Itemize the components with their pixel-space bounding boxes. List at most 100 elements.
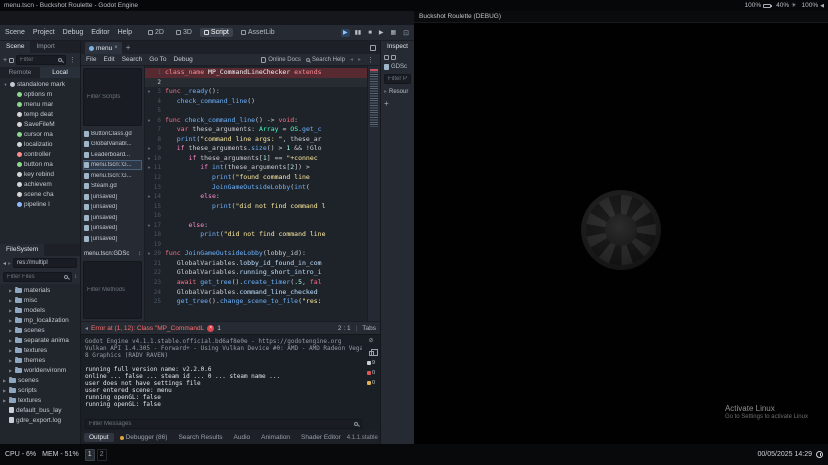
message-count-toggle[interactable]: 0 [367, 380, 375, 386]
mode-tab-local[interactable]: Local [40, 67, 80, 78]
fs-folder-row[interactable]: ▶scenes [0, 375, 80, 385]
distraction-free-icon[interactable]: ⊡ [403, 29, 409, 37]
dock-tab-scene[interactable]: Scene [0, 41, 30, 53]
code-line[interactable]: 24 GlobalVariables.command_line_checked [145, 288, 380, 298]
script-filter[interactable] [83, 68, 142, 126]
scene-node[interactable]: button ma [0, 159, 80, 169]
message-count-toggle[interactable]: 9 [367, 360, 375, 366]
bottom-tab-search-results[interactable]: Search Results [173, 433, 227, 442]
menu-scene[interactable]: Scene [5, 29, 25, 36]
method-filter[interactable] [83, 261, 142, 319]
fs-folder-row[interactable]: ▶textures [0, 395, 80, 405]
game-viewport[interactable]: Activate Linux Go to Settings to activat… [414, 23, 828, 444]
script-list-item[interactable]: [unsaved] [83, 191, 142, 202]
code-line[interactable]: 18 print("did not find command line [145, 230, 380, 240]
scene-filter-input[interactable] [20, 57, 56, 63]
expand-window-icon[interactable] [370, 45, 376, 51]
scene-node[interactable]: temp deat [0, 109, 80, 119]
script-menu-debug[interactable]: Debug [174, 56, 193, 63]
file-filter-input[interactable] [7, 274, 62, 280]
code-line[interactable]: 22 GlobalVariables.running_short_intro_i [145, 268, 380, 278]
search-help-button[interactable]: Search Help [306, 57, 345, 63]
code-line[interactable]: 23 await get_tree().create_timer(.5, fal [145, 278, 380, 288]
fs-folder-row[interactable]: ▶scenes [0, 325, 80, 335]
script-list-item[interactable]: ButtonClass.gd [83, 128, 142, 139]
fold-arrow-icon[interactable]: ▼ [145, 144, 153, 154]
inspector-section[interactable]: ▸ Resour [381, 86, 414, 97]
script-list-item[interactable]: GlobalVariabl... [83, 139, 142, 150]
current-script-row[interactable]: menu.tscn:GDSc ↕ [83, 249, 142, 259]
kebab-menu-icon[interactable]: ⋮ [366, 56, 375, 64]
history-forward-icon[interactable]: ▸ [358, 56, 361, 63]
bottom-tab-output[interactable]: Output [84, 433, 114, 442]
scene-tab-menu[interactable]: menu × [85, 42, 122, 54]
code-line[interactable]: 8 print("command line args: ", these_ar [145, 135, 380, 145]
scene-node[interactable]: SaveFileM [0, 119, 80, 129]
script-list-item[interactable]: menu.tscn::G... [83, 160, 142, 171]
fs-file-row[interactable]: default_bus_lay [0, 405, 80, 415]
mode-tab-remote[interactable]: Remote [0, 67, 40, 78]
new-resource-icon[interactable] [384, 55, 389, 60]
message-filter-input[interactable] [89, 421, 352, 427]
play-button[interactable]: ▶ [341, 29, 350, 37]
online-docs-button[interactable]: Online Docs [261, 57, 301, 63]
workspace-1[interactable]: 1 [85, 449, 95, 461]
code-minimap[interactable] [367, 66, 380, 321]
new-tab-icon[interactable]: + [126, 43, 131, 52]
workspace-2[interactable]: 2 [97, 449, 107, 461]
copy-icon[interactable] [369, 351, 374, 356]
property-filter-input[interactable] [388, 76, 407, 82]
code-line[interactable]: ▼17 else: [145, 221, 380, 231]
bottom-tab-audio[interactable]: Audio [229, 433, 256, 442]
fs-folder-row[interactable]: ▶misc [0, 295, 80, 305]
dock-tab-import[interactable]: Import [30, 41, 60, 53]
code-line[interactable]: 13 JoinGameOutsideLobby(int( [145, 183, 380, 193]
scene-node[interactable]: key rebind [0, 169, 80, 179]
fs-folder-row[interactable]: ▶scripts [0, 385, 80, 395]
dock-tab-inspector[interactable]: Inspect [381, 41, 414, 53]
property-filter[interactable] [384, 74, 411, 84]
fold-arrow-icon[interactable]: ▼ [145, 221, 153, 231]
bottom-tab-debugger-86-[interactable]: Debugger (86) [115, 433, 173, 442]
indent-type[interactable]: Tabs [362, 325, 376, 332]
script-filter-input[interactable] [87, 94, 138, 100]
code-editor[interactable]: 1class_name MP_CommandLineChecker extend… [145, 66, 380, 321]
code-line[interactable]: ▼20func JoinGameOutsideLobby(lobby_id): [145, 249, 380, 259]
back-arrow-icon[interactable]: ◂ [3, 260, 6, 267]
fs-folder-row[interactable]: ▶textures [0, 345, 80, 355]
code-line[interactable]: ▼11 if int(these_arguments[2]) > [145, 163, 380, 173]
sort-icon[interactable]: ↕ [74, 274, 77, 280]
fs-folder-row[interactable]: ▶mp_localization [0, 315, 80, 325]
scene-node[interactable]: scene cha [0, 189, 80, 199]
path-breadcrumb[interactable]: res://multipl [13, 258, 77, 268]
bottom-tab-animation[interactable]: Animation [256, 433, 295, 442]
file-filter[interactable] [3, 272, 72, 282]
workspace-tab-assetlib[interactable]: AssetLib [237, 28, 279, 37]
scene-node[interactable]: cursor ma [0, 129, 80, 139]
script-menu-search[interactable]: Search [122, 56, 143, 63]
fold-arrow-icon[interactable]: ▼ [145, 116, 153, 126]
script-menu-go-to[interactable]: Go To [149, 56, 166, 63]
script-list-item[interactable]: menu.tscn::G... [83, 170, 142, 181]
message-count-toggle[interactable]: 0 [367, 370, 375, 376]
scene-filter[interactable] [16, 55, 66, 65]
code-line[interactable]: 1class_name MP_CommandLineChecker extend… [145, 68, 380, 78]
fs-folder-row[interactable]: ▶worldenvironm [0, 365, 80, 375]
code-line[interactable]: 25 get_tree().change_scene_to_file("res: [145, 297, 380, 307]
script-list-item[interactable]: Leaderboard... [83, 149, 142, 160]
scene-node[interactable]: menu mar [0, 99, 80, 109]
menu-help[interactable]: Help [118, 29, 132, 36]
code-line[interactable]: 2 [145, 78, 380, 88]
pause-button[interactable]: ▮▮ [353, 29, 364, 37]
fs-file-row[interactable]: gdre_export.log [0, 415, 80, 425]
scene-node[interactable]: controller [0, 149, 80, 159]
script-list-item[interactable]: [unsaved] [83, 202, 142, 213]
edited-object-row[interactable]: GDSc [381, 62, 414, 72]
fs-folder-row[interactable]: ▶separate anima [0, 335, 80, 345]
code-line[interactable]: ▼6func check_command_line() -> void: [145, 116, 380, 126]
play-scene-button[interactable]: ▶ [377, 29, 386, 37]
sort-members-icon[interactable]: ↕ [138, 251, 141, 257]
script-list-item[interactable]: Steam.gd [83, 181, 142, 192]
code-line[interactable]: 7 var these_arguments: Array = OS.get_c [145, 125, 380, 135]
history-back-icon[interactable]: ◂ [350, 56, 353, 63]
